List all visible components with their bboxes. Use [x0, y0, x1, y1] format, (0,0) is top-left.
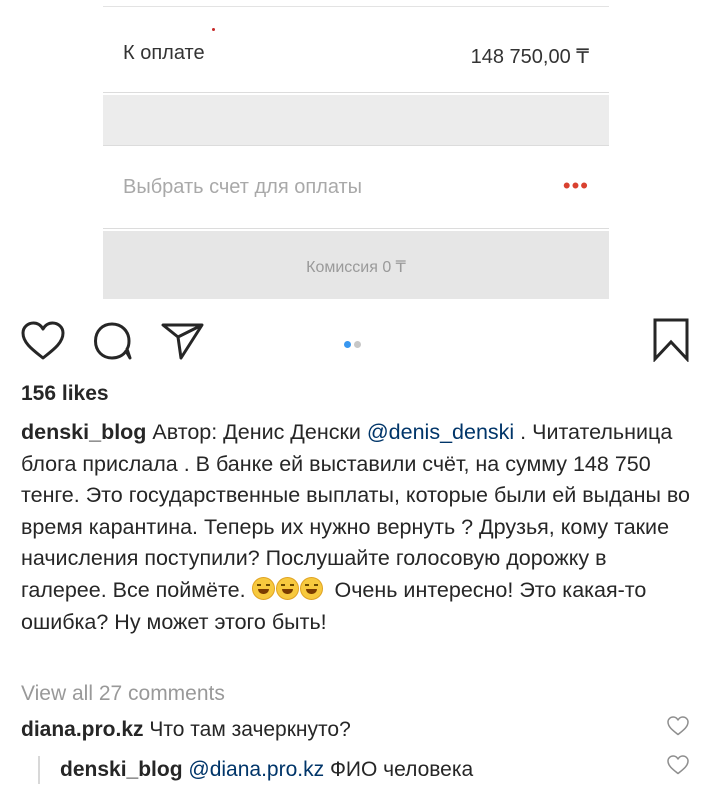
divider — [103, 6, 609, 7]
likes-count[interactable]: 156 likes — [21, 382, 109, 406]
blank-row — [103, 95, 609, 146]
comment-text: Что там зачеркнуто? — [143, 718, 351, 741]
comment-username[interactable]: denski_blog — [60, 758, 183, 781]
carousel-dot-active — [344, 341, 351, 348]
post-action-bar — [0, 316, 708, 366]
carousel-dot — [354, 341, 361, 348]
carousel-indicator — [344, 335, 364, 353]
post-image[interactable]: К оплате 148 750,00 ₸ Выбрать счет для о… — [0, 0, 708, 316]
comment-item: diana.pro.kz Что там зачеркнуто? — [21, 718, 351, 742]
payment-label: К оплате — [123, 42, 205, 64]
caption-text: Автор: Денис Денски — [146, 420, 367, 444]
comment-icon[interactable] — [93, 321, 133, 361]
comment-mention[interactable]: @diana.pro.kz — [188, 758, 324, 781]
account-select-row[interactable]: Выбрать счет для оплаты ••• — [103, 146, 609, 229]
comment-like-icon[interactable] — [667, 716, 689, 741]
comment-text: ФИО человека — [324, 758, 474, 781]
payment-amount: 148 750,00 ₸ — [470, 46, 589, 68]
more-options-icon[interactable]: ••• — [563, 175, 589, 197]
commission-label: Комиссия 0 ₸ — [306, 259, 406, 276]
comment-username[interactable]: diana.pro.kz — [21, 718, 144, 741]
bookmark-icon[interactable] — [653, 318, 689, 362]
post-caption: denski_blog Автор: Денис Денски @denis_d… — [21, 417, 691, 638]
caption-mention[interactable]: @denis_denski — [367, 420, 514, 444]
reply-thread-line — [38, 756, 40, 784]
laughing-emoji-icon — [251, 576, 324, 602]
commission-button[interactable]: Комиссия 0 ₸ — [103, 231, 609, 299]
caption-username[interactable]: denski_blog — [21, 420, 146, 444]
payment-amount-row: К оплате 148 750,00 ₸ — [103, 18, 609, 93]
caption-text: . Читательница блога прислала . В банке … — [21, 420, 691, 602]
heart-icon[interactable] — [21, 321, 65, 361]
reply-item: denski_blog @diana.pro.kz ФИО человека — [60, 758, 473, 782]
comment-like-icon[interactable] — [667, 755, 689, 780]
view-all-comments-link[interactable]: View all 27 comments — [21, 682, 225, 706]
share-icon[interactable] — [161, 321, 205, 361]
account-select-placeholder: Выбрать счет для оплаты — [123, 176, 363, 198]
